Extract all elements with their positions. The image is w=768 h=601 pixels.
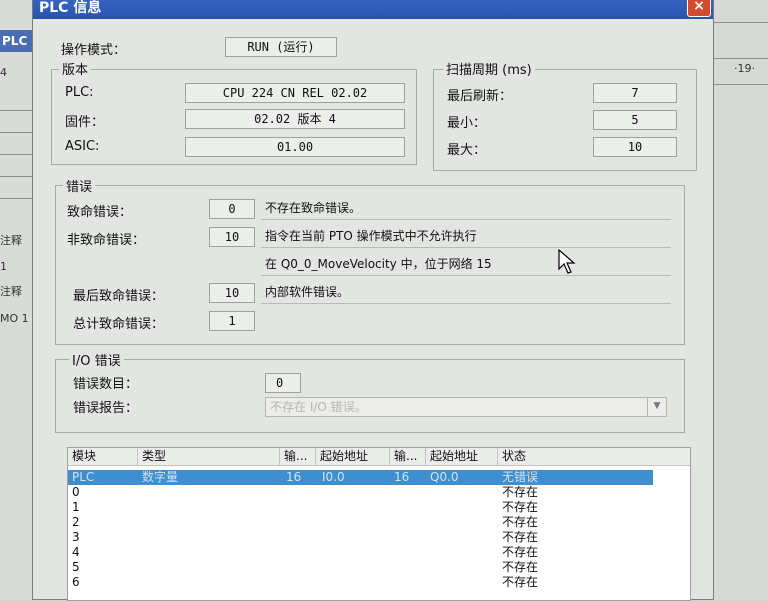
module-cell: 5 — [72, 560, 80, 574]
io-error-count-label: 错误数目： — [73, 377, 139, 392]
min-scan-value: 5 — [593, 110, 677, 130]
column-header-module[interactable]: 模块 — [68, 448, 138, 466]
background-editor-left: PLC 4 注释 1 注释 MO 1 — [0, 0, 38, 600]
fatal-errors-label: 致命错误： — [67, 205, 133, 220]
table-row[interactable]: 4 不存在 — [68, 545, 653, 560]
background-comment-label: 注释 — [0, 234, 22, 247]
background-grid-cell — [0, 110, 36, 133]
asic-value: 01.00 — [185, 137, 405, 157]
firmware-label: 固件： — [65, 115, 105, 130]
nonfatal-errors-message: 指令在当前 PTO 操作模式中不允许执行 — [261, 226, 671, 248]
background-ruler-label: ·19· — [734, 62, 755, 75]
table-row[interactable]: 2 不存在 — [68, 515, 653, 530]
scan-cycle-title: 扫描周期 (ms) — [443, 59, 535, 78]
background-divider — [712, 22, 768, 23]
io-errors-group — [55, 359, 685, 433]
column-header-inputs[interactable]: 输... — [280, 448, 316, 466]
plc-version-label: PLC: — [65, 85, 94, 100]
last-fatal-error-message: 内部软件错误。 — [261, 282, 671, 304]
io-error-report-dropdown[interactable]: 不存在 I/O 错误。 ▼ — [265, 397, 667, 417]
firmware-value: 02.02 版本 4 — [185, 109, 405, 129]
nonfatal-errors-location: 在 Q0_0_MoveVelocity 中，位于网络 15 — [261, 254, 671, 276]
status-cell: 不存在 — [502, 560, 539, 574]
module-cell: 0 — [72, 485, 80, 499]
status-cell: 不存在 — [502, 485, 539, 499]
plc-info-dialog: PLC 信息 × 操作模式： RUN (运行) 版本 PLC: CPU 224 … — [32, 0, 714, 601]
status-cell: 不存在 — [502, 575, 539, 589]
module-cell: 1 — [72, 500, 80, 514]
mode-label: 操作模式： — [61, 43, 127, 58]
background-divider — [712, 58, 768, 59]
asic-label: ASIC: — [65, 139, 100, 154]
background-comment-label: 注释 — [0, 285, 22, 298]
last-scan-label: 最后刷新： — [447, 89, 513, 104]
total-fatal-errors-label: 总计致命错误： — [73, 317, 165, 332]
table-row[interactable]: PLC 数字量 16 I0.0 16 Q0.0 无错误 — [68, 470, 653, 485]
module-cell: 3 — [72, 530, 80, 544]
fatal-errors-value: 0 — [209, 199, 255, 219]
outputs-cell: 16 — [394, 470, 410, 484]
status-cell: 不存在 — [502, 530, 539, 544]
version-group-title: 版本 — [59, 59, 92, 78]
close-button[interactable]: × — [687, 0, 711, 17]
table-row[interactable]: 6 不存在 — [68, 575, 653, 590]
table-row[interactable]: 1 不存在 — [68, 500, 653, 515]
background-text: 1 — [0, 260, 7, 273]
io-error-report-value: 不存在 I/O 错误。 — [270, 400, 367, 414]
last-scan-value: 7 — [593, 83, 677, 103]
module-cell: PLC — [72, 470, 95, 484]
background-grid-cell — [0, 154, 36, 177]
background-text: MO 1 — [0, 312, 29, 325]
mouse-cursor-icon — [558, 249, 576, 274]
max-scan-label: 最大： — [447, 143, 487, 158]
io-error-count-value: 0 — [265, 373, 301, 393]
column-header-outputs[interactable]: 输... — [390, 448, 426, 466]
table-row[interactable]: 5 不存在 — [68, 560, 653, 575]
type-cell: 数字量 — [142, 470, 179, 484]
background-number: 4 — [0, 66, 7, 79]
background-grid-cell — [0, 176, 36, 199]
column-header-status[interactable]: 状态 — [498, 448, 690, 466]
total-fatal-errors-value: 1 — [209, 311, 255, 331]
module-cell: 4 — [72, 545, 80, 559]
module-cell: 6 — [72, 575, 80, 589]
nonfatal-errors-value: 10 — [209, 227, 255, 247]
dialog-titlebar[interactable]: PLC 信息 — [33, 0, 713, 19]
table-row[interactable]: 0 不存在 — [68, 485, 653, 500]
plc-version-value: CPU 224 CN REL 02.02 — [185, 83, 405, 103]
module-table[interactable]: 模块 类型 输... 起始地址 输... 起始地址 状态 PLC 数字量 16 … — [67, 447, 691, 601]
input-address-cell: I0.0 — [322, 470, 345, 484]
status-cell: 不存在 — [502, 545, 539, 559]
status-cell: 不存在 — [502, 515, 539, 529]
max-scan-value: 10 — [593, 137, 677, 157]
background-grid-cell — [0, 132, 36, 155]
io-error-report-label: 错误报告： — [73, 401, 139, 416]
nonfatal-errors-label: 非致命错误： — [67, 233, 146, 248]
status-cell: 无错误 — [502, 470, 539, 484]
mode-value: RUN (运行) — [225, 37, 337, 57]
errors-group-title: 错误 — [63, 176, 96, 195]
background-divider — [712, 84, 768, 85]
last-fatal-error-label: 最后致命错误： — [73, 289, 165, 304]
table-row[interactable]: 3 不存在 — [68, 530, 653, 545]
module-cell: 2 — [72, 515, 80, 529]
background-grid-cell — [0, 88, 36, 111]
column-header-type[interactable]: 类型 — [138, 448, 280, 466]
background-editor-right: ·19· — [712, 0, 768, 600]
output-address-cell: Q0.0 — [430, 470, 459, 484]
column-header-output-start-address[interactable]: 起始地址 — [426, 448, 498, 466]
column-header-input-start-address[interactable]: 起始地址 — [316, 448, 390, 466]
inputs-cell: 16 — [286, 470, 302, 484]
status-cell: 不存在 — [502, 500, 539, 514]
min-scan-label: 最小： — [447, 116, 487, 131]
chevron-down-icon[interactable]: ▼ — [647, 398, 666, 416]
io-errors-title: I/O 错误 — [69, 350, 124, 369]
dialog-title: PLC 信息 — [39, 0, 102, 16]
last-fatal-error-value: 10 — [209, 283, 255, 303]
fatal-errors-message: 不存在致命错误。 — [261, 198, 671, 220]
